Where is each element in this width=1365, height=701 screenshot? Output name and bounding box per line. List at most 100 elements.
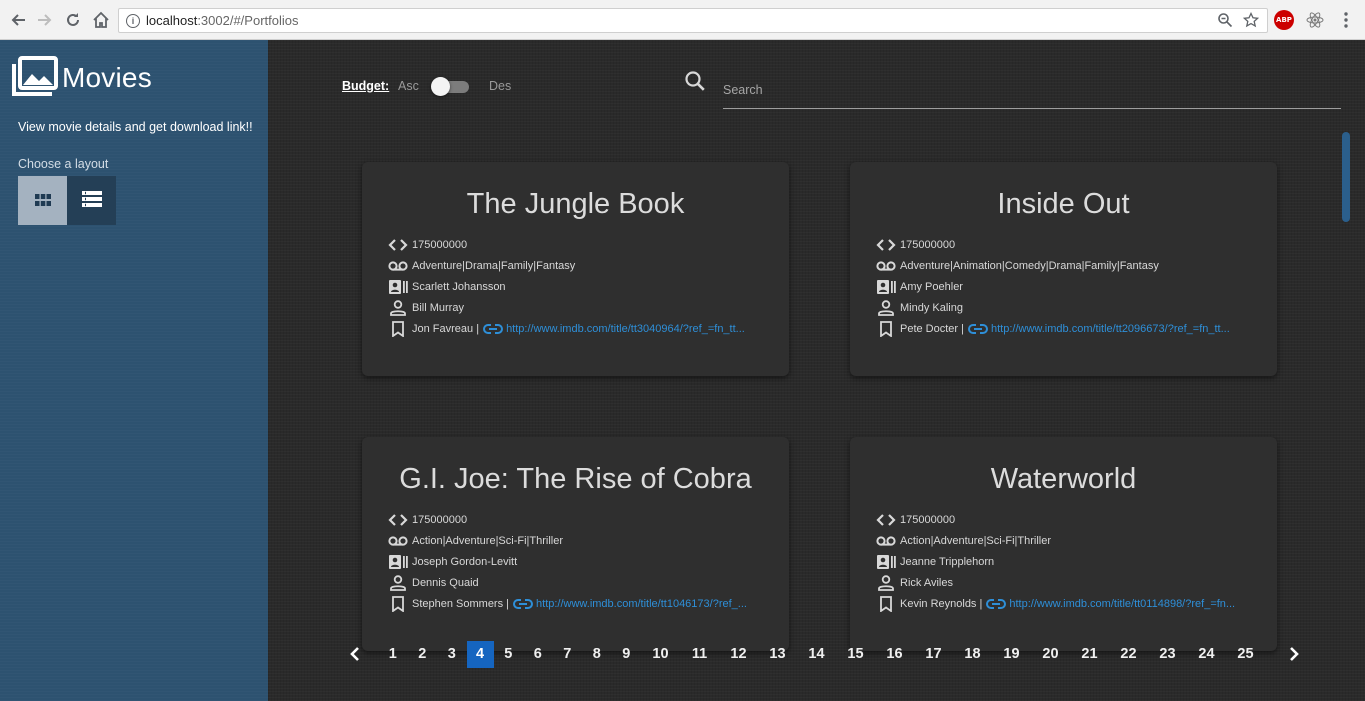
actor1-row: Amy Poehler [876, 277, 963, 297]
reload-icon[interactable] [62, 9, 84, 31]
movie-title: Inside Out [997, 188, 1130, 220]
movie-card[interactable]: Waterworld 175000000 Action|Adventure|Sc… [850, 437, 1277, 651]
movie-genres: Adventure|Animation|Comedy|Drama|Family|… [900, 260, 1159, 272]
movie-genres: Adventure|Drama|Family|Fantasy [412, 260, 576, 272]
address-bar[interactable]: i localhost:3002/#/Portfolios [118, 8, 1268, 33]
movie-budget: 175000000 [412, 239, 468, 251]
scrollbar[interactable] [1342, 132, 1350, 222]
page-9-button[interactable]: 9 [612, 641, 642, 668]
sidebar: Movies View movie details and get downlo… [0, 40, 268, 701]
voicemail-icon [876, 536, 896, 546]
actor1-row: Joseph Gordon-Levitt [388, 552, 517, 572]
des-label: Des [489, 79, 512, 93]
zoom-icon[interactable] [1217, 12, 1233, 31]
movie-director: Jon Favreau | [412, 323, 480, 335]
page-8-button[interactable]: 8 [582, 641, 612, 668]
page-4-button[interactable]: 4 [466, 640, 494, 668]
imdb-link[interactable]: http://www.imdb.com/title/tt2096673/?ref… [991, 323, 1230, 335]
page-list: 1 2 3 4 5 6 7 8 9 10 11 12 13 14 15 16 17 18 19 20 21 22 23 24 2… [378, 640, 1265, 668]
movie-actor-1: Jeanne Tripplehorn [900, 556, 995, 568]
page-25-button[interactable]: 25 [1226, 641, 1265, 668]
genres-row: Adventure|Drama|Family|Fantasy [388, 256, 575, 276]
link-icon [986, 599, 1007, 609]
page-13-button[interactable]: 13 [758, 641, 797, 668]
page-17-button[interactable]: 17 [914, 641, 953, 668]
forward-icon[interactable] [34, 9, 56, 31]
actor1-row: Scarlett Johansson [388, 277, 506, 297]
page-6-button[interactable]: 6 [523, 641, 553, 668]
adblock-label: ABP [1276, 16, 1292, 24]
list-layout-button[interactable] [67, 176, 116, 225]
bookmark-icon [392, 596, 404, 612]
adblock-icon[interactable]: ABP [1274, 10, 1294, 30]
grid-layout-button[interactable] [18, 176, 67, 225]
page-15-button[interactable]: 15 [836, 641, 875, 668]
imdb-link[interactable]: http://www.imdb.com/title/tt0114898/?ref… [1009, 598, 1235, 610]
brand[interactable]: Movies [12, 56, 152, 100]
page-20-button[interactable]: 20 [1031, 641, 1070, 668]
movie-budget: 175000000 [900, 514, 956, 526]
movie-card[interactable]: The Jungle Book 175000000 Adventure|Dram… [362, 162, 789, 376]
page-19-button[interactable]: 19 [992, 641, 1031, 668]
genres-row: Action|Adventure|Sci-Fi|Thriller [876, 531, 1051, 551]
page-24-button[interactable]: 24 [1187, 641, 1226, 668]
browser-menu-icon[interactable] [1336, 10, 1356, 30]
previous-page-button[interactable] [342, 641, 368, 668]
movie-actor-2: Rick Aviles [900, 577, 953, 589]
page-5-button[interactable]: 5 [494, 641, 524, 668]
person-icon [878, 575, 894, 591]
url-host: localhost [146, 13, 198, 28]
budget-sort-toggle[interactable] [431, 77, 471, 96]
page-18-button[interactable]: 18 [953, 641, 992, 668]
pagination: 1 2 3 4 5 6 7 8 9 10 11 12 13 14 15 16 17 18 19 20 21 22 23 24 2… [342, 640, 1307, 668]
react-devtools-icon[interactable] [1305, 10, 1325, 30]
movie-card[interactable]: G.I. Joe: The Rise of Cobra 175000000 Ac… [362, 437, 789, 651]
page-3-button[interactable]: 3 [437, 641, 467, 668]
home-icon[interactable] [90, 9, 112, 31]
page-16-button[interactable]: 16 [875, 641, 914, 668]
chevron-right-icon [1290, 647, 1299, 661]
next-page-button[interactable] [1281, 641, 1307, 668]
page-23-button[interactable]: 23 [1148, 641, 1187, 668]
movie-title: The Jungle Book [466, 188, 685, 220]
movie-title: G.I. Joe: The Rise of Cobra [399, 463, 752, 495]
budget-sort-label: Budget: [342, 79, 390, 93]
toggle-knob[interactable] [431, 77, 450, 96]
page-10-button[interactable]: 10 [641, 641, 680, 668]
tagline: View movie details and get download link… [18, 120, 253, 134]
bookmark-icon [392, 321, 404, 337]
contact-card-icon [877, 280, 896, 294]
movie-card[interactable]: Inside Out 175000000 Adventure|Animation… [850, 162, 1277, 376]
person-icon [878, 300, 894, 316]
imdb-link[interactable]: http://www.imdb.com/title/tt3040964/?ref… [506, 323, 745, 335]
grid-icon [34, 191, 51, 210]
movie-genres: Action|Adventure|Sci-Fi|Thriller [900, 535, 1052, 547]
info-icon[interactable]: i [126, 13, 140, 28]
page-12-button[interactable]: 12 [719, 641, 758, 668]
director-row: Pete Docter | http://www.imdb.com/title/… [876, 319, 1230, 339]
actor2-row: Dennis Quaid [388, 573, 479, 593]
page-11-button[interactable]: 11 [680, 641, 719, 668]
contact-card-icon [389, 555, 408, 569]
star-icon[interactable] [1242, 11, 1260, 31]
actor2-row: Bill Murray [388, 298, 464, 318]
code-icon [388, 514, 408, 526]
code-icon [876, 239, 896, 251]
page-2-button[interactable]: 2 [408, 641, 438, 668]
code-icon [388, 239, 408, 251]
chevron-left-icon [350, 647, 359, 661]
contact-card-icon [877, 555, 896, 569]
page-21-button[interactable]: 21 [1070, 641, 1109, 668]
asc-label: Asc [398, 79, 419, 93]
actor2-row: Rick Aviles [876, 573, 953, 593]
imdb-link[interactable]: http://www.imdb.com/title/tt1046173/?ref… [536, 598, 747, 610]
page-22-button[interactable]: 22 [1109, 641, 1148, 668]
page-7-button[interactable]: 7 [553, 641, 583, 668]
layout-label: Choose a layout [18, 157, 109, 171]
page-14-button[interactable]: 14 [797, 641, 836, 668]
voicemail-icon [876, 261, 896, 271]
search-input[interactable] [723, 72, 1341, 109]
back-icon[interactable] [7, 9, 29, 31]
page-1-button[interactable]: 1 [378, 641, 408, 668]
bookmark-icon [880, 321, 892, 337]
